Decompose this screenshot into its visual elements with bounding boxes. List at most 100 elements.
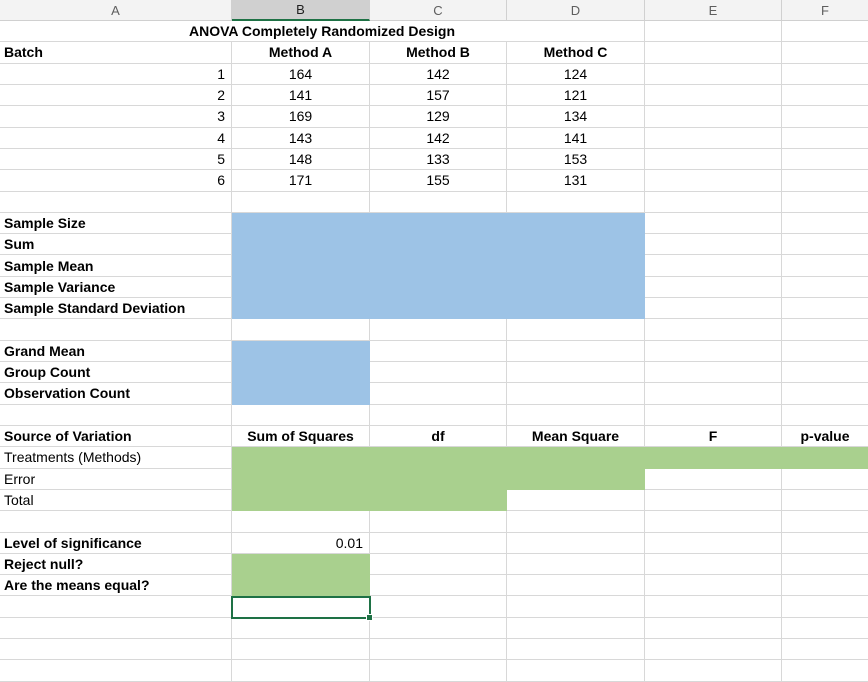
cell-C26[interactable] [370, 553, 507, 576]
cell-C5[interactable]: 129 [370, 106, 507, 128]
cell-C19[interactable] [370, 404, 507, 426]
cell-D28[interactable] [507, 596, 645, 618]
cell-D15[interactable] [507, 319, 645, 341]
cell-F23[interactable] [782, 490, 868, 512]
cell-D6[interactable]: 141 [507, 127, 645, 149]
cell-A12[interactable]: Sample Mean [0, 255, 232, 277]
cell-A2[interactable]: Batch [0, 42, 232, 64]
cell-A13[interactable]: Sample Variance [0, 276, 232, 299]
cell-E5[interactable] [645, 106, 782, 128]
cell-E3[interactable] [645, 63, 782, 85]
cell-C31[interactable] [370, 660, 507, 682]
cell-D3[interactable]: 124 [507, 63, 645, 85]
cell-D31[interactable] [507, 660, 645, 682]
cell-D23[interactable] [507, 489, 645, 512]
cell-F7[interactable] [782, 149, 868, 171]
cell-E20[interactable]: F [645, 425, 782, 448]
cell-D16[interactable] [507, 340, 645, 362]
cell-D29[interactable] [507, 617, 645, 640]
cell-E12[interactable] [645, 255, 782, 277]
cell-A24[interactable] [0, 511, 232, 533]
cell-E2[interactable] [645, 42, 782, 64]
cell-F31[interactable] [782, 660, 868, 682]
cell-E15[interactable] [645, 319, 782, 341]
cell-F13[interactable] [782, 277, 868, 299]
cell-F17[interactable] [782, 362, 868, 384]
cell-F9[interactable] [782, 192, 868, 213]
cell-A4[interactable]: 2 [0, 84, 232, 107]
cell-A19[interactable] [0, 404, 232, 426]
cell-C20[interactable]: df [370, 425, 507, 448]
cell-A18[interactable]: Observation Count [0, 383, 232, 405]
cell-D19[interactable] [507, 404, 645, 426]
cell-A11[interactable]: Sum [0, 234, 232, 256]
cell-F6[interactable] [782, 128, 868, 149]
cell-C8[interactable]: 155 [370, 170, 507, 192]
cell-E31[interactable] [645, 660, 782, 682]
cell-E26[interactable] [645, 553, 782, 576]
cell-B9[interactable] [232, 191, 370, 213]
cell-F8[interactable] [782, 170, 868, 192]
cell-C30[interactable] [370, 639, 507, 661]
cell-C16[interactable] [370, 340, 507, 362]
cell-A22[interactable]: Error [0, 468, 232, 490]
cell-F16[interactable] [782, 341, 868, 362]
cell-A9[interactable] [0, 191, 232, 213]
cell-D4[interactable]: 121 [507, 84, 645, 107]
cell-A25[interactable]: Level of significance [0, 532, 232, 554]
cell-B25[interactable]: 0.01 [232, 532, 370, 554]
cell-B5[interactable]: 169 [232, 106, 370, 128]
cell-F18[interactable] [782, 383, 868, 405]
cell-D9[interactable] [507, 191, 645, 213]
cell-E9[interactable] [645, 191, 782, 213]
cell-B8[interactable]: 171 [232, 170, 370, 192]
cell-D30[interactable] [507, 639, 645, 661]
cell-C4[interactable]: 157 [370, 84, 507, 107]
cell-C2[interactable]: Method B [370, 42, 507, 64]
cell-E24[interactable] [645, 511, 782, 533]
cell-E29[interactable] [645, 617, 782, 640]
cell-A8[interactable]: 6 [0, 170, 232, 192]
cell-B3[interactable]: 164 [232, 63, 370, 85]
cell-E6[interactable] [645, 127, 782, 149]
cell-F29[interactable] [782, 618, 868, 640]
cell-F12[interactable] [782, 255, 868, 277]
cell-C25[interactable] [370, 532, 507, 554]
cell-B19[interactable] [232, 404, 370, 426]
cell-A29[interactable] [0, 617, 232, 640]
cell-C27[interactable] [370, 575, 507, 597]
cell-D27[interactable] [507, 575, 645, 597]
cell-B20[interactable]: Sum of Squares [232, 425, 370, 448]
cell-A16[interactable]: Grand Mean [0, 340, 232, 362]
questions-input-range[interactable] [232, 554, 370, 597]
anova-treatments-input-range[interactable] [232, 447, 868, 469]
stats-input-range[interactable] [232, 212, 645, 320]
column-header-A[interactable]: A [0, 0, 232, 21]
anova-total-input-range[interactable] [232, 490, 507, 512]
cell-A23[interactable]: Total [0, 489, 232, 512]
cell-D25[interactable] [507, 532, 645, 554]
cell-F5[interactable] [782, 106, 868, 128]
cell-B15[interactable] [232, 319, 370, 341]
cell-E4[interactable] [645, 84, 782, 107]
cell-C28[interactable] [370, 596, 507, 618]
cell-E22[interactable] [645, 468, 782, 490]
cell-A3[interactable]: 1 [0, 63, 232, 85]
cell-D8[interactable]: 131 [507, 170, 645, 192]
cell-A5[interactable]: 3 [0, 106, 232, 128]
cell-E14[interactable] [645, 298, 782, 320]
fill-handle-icon[interactable] [366, 613, 373, 621]
cell-A7[interactable]: 5 [0, 148, 232, 171]
cell-E18[interactable] [645, 383, 782, 405]
cell-C24[interactable] [370, 511, 507, 533]
cell-E7[interactable] [645, 148, 782, 171]
cell-F11[interactable] [782, 234, 868, 256]
cell-C29[interactable] [370, 617, 507, 640]
cell-F14[interactable] [782, 298, 868, 320]
cell-F2[interactable] [782, 42, 868, 64]
cell-F4[interactable] [782, 85, 868, 107]
cell-B4[interactable]: 141 [232, 84, 370, 107]
cell-B7[interactable]: 148 [232, 148, 370, 171]
cell-A14[interactable]: Sample Standard Deviation [0, 298, 232, 320]
cell-D5[interactable]: 134 [507, 106, 645, 128]
